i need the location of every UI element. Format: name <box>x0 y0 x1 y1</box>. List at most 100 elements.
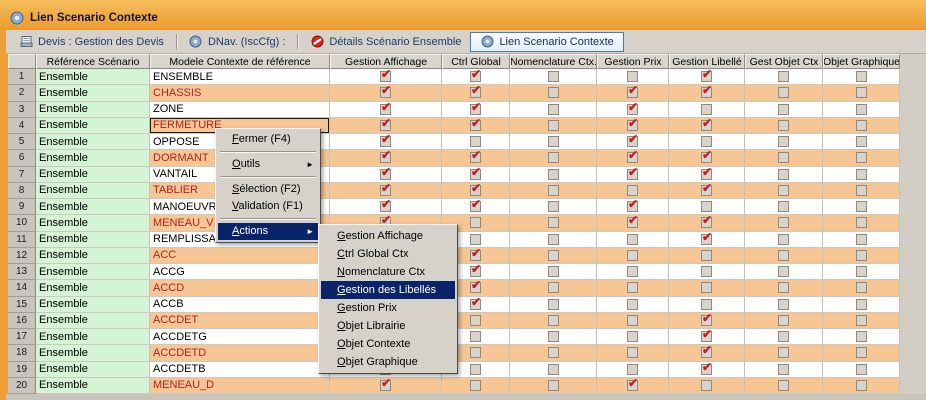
checkbox[interactable]: ✔ <box>380 87 391 98</box>
checkbox[interactable] <box>778 364 789 375</box>
checkbox[interactable] <box>856 169 867 180</box>
checkbox[interactable] <box>627 71 638 82</box>
checkbox[interactable] <box>627 266 638 277</box>
checkbox[interactable] <box>627 250 638 261</box>
checkbox[interactable] <box>856 120 867 131</box>
checkbox[interactable]: ✔ <box>380 169 391 180</box>
checkbox[interactable] <box>470 380 481 391</box>
cell-modele-contexte[interactable]: ACCG <box>150 264 330 280</box>
checkbox[interactable] <box>701 136 712 147</box>
checkbox[interactable] <box>548 87 559 98</box>
menu-item[interactable]: Actions► <box>218 223 318 240</box>
row-number[interactable]: 18 <box>8 345 36 361</box>
cell-modele-contexte[interactable]: ZONE <box>150 102 330 118</box>
checkbox[interactable]: ✔ <box>470 282 481 293</box>
checkbox[interactable] <box>856 136 867 147</box>
row-number[interactable]: 13 <box>8 264 36 280</box>
checkbox[interactable] <box>548 71 559 82</box>
checkbox[interactable]: ✔ <box>627 120 638 131</box>
checkbox[interactable] <box>778 282 789 293</box>
checkbox[interactable]: ✔ <box>701 185 712 196</box>
menu-item[interactable]: Gestion des Libellés <box>321 281 455 299</box>
checkbox[interactable] <box>701 104 712 115</box>
menu-item[interactable]: Outils► <box>218 156 318 173</box>
cell-reference-scenario[interactable]: Ensemble <box>36 69 150 85</box>
checkbox[interactable]: ✔ <box>701 71 712 82</box>
cell-reference-scenario[interactable]: Ensemble <box>36 215 150 231</box>
checkbox[interactable] <box>548 250 559 261</box>
menu-item[interactable]: Nomenclature Ctx <box>321 263 455 281</box>
checkbox[interactable] <box>778 185 789 196</box>
checkbox[interactable] <box>470 315 481 326</box>
row-number[interactable]: 4 <box>8 118 36 134</box>
checkbox[interactable]: ✔ <box>380 71 391 82</box>
menu-item[interactable]: Objet Graphique <box>321 353 455 371</box>
checkbox[interactable] <box>778 380 789 391</box>
checkbox[interactable] <box>856 152 867 163</box>
checkbox[interactable]: ✔ <box>701 331 712 342</box>
checkbox[interactable]: ✔ <box>627 380 638 391</box>
row-number[interactable]: 2 <box>8 85 36 101</box>
checkbox[interactable] <box>778 315 789 326</box>
checkbox[interactable] <box>627 299 638 310</box>
row-number[interactable]: 12 <box>8 248 36 264</box>
checkbox[interactable] <box>856 299 867 310</box>
cell-reference-scenario[interactable]: Ensemble <box>36 199 150 215</box>
cell-reference-scenario[interactable]: Ensemble <box>36 85 150 101</box>
checkbox[interactable] <box>701 299 712 310</box>
checkbox[interactable] <box>856 185 867 196</box>
checkbox[interactable] <box>856 87 867 98</box>
checkbox[interactable] <box>778 299 789 310</box>
checkbox[interactable] <box>470 234 481 245</box>
cell-modele-contexte[interactable]: ACCDETG <box>150 329 330 345</box>
checkbox[interactable]: ✔ <box>627 169 638 180</box>
row-number[interactable]: 17 <box>8 329 36 345</box>
menu-item[interactable]: Gestion Affichage <box>321 227 455 245</box>
cell-reference-scenario[interactable]: Ensemble <box>36 232 150 248</box>
menu-item[interactable]: Fermer (F4) <box>218 131 318 148</box>
cell-reference-scenario[interactable]: Ensemble <box>36 118 150 134</box>
checkbox[interactable] <box>778 136 789 147</box>
checkbox[interactable] <box>548 201 559 212</box>
checkbox[interactable] <box>778 152 789 163</box>
cell-reference-scenario[interactable]: Ensemble <box>36 183 150 199</box>
checkbox[interactable] <box>701 250 712 261</box>
checkbox[interactable]: ✔ <box>470 250 481 261</box>
checkbox[interactable] <box>548 380 559 391</box>
cell-reference-scenario[interactable]: Ensemble <box>36 264 150 280</box>
checkbox[interactable]: ✔ <box>470 266 481 277</box>
menu-item[interactable]: Ctrl Global Ctx <box>321 245 455 263</box>
checkbox[interactable]: ✔ <box>701 217 712 228</box>
tab-devis[interactable]: Devis : Gestion des Devis <box>10 32 173 52</box>
checkbox[interactable] <box>778 104 789 115</box>
checkbox[interactable] <box>778 120 789 131</box>
row-number[interactable]: 5 <box>8 134 36 150</box>
checkbox[interactable] <box>627 364 638 375</box>
checkbox[interactable] <box>470 136 481 147</box>
checkbox[interactable]: ✔ <box>380 136 391 147</box>
checkbox[interactable] <box>856 266 867 277</box>
row-number[interactable]: 15 <box>8 297 36 313</box>
checkbox[interactable] <box>856 250 867 261</box>
checkbox[interactable] <box>856 380 867 391</box>
checkbox[interactable]: ✔ <box>470 152 481 163</box>
checkbox[interactable] <box>856 104 867 115</box>
row-number[interactable]: 10 <box>8 215 36 231</box>
checkbox[interactable]: ✔ <box>470 299 481 310</box>
checkbox[interactable] <box>548 185 559 196</box>
checkbox[interactable]: ✔ <box>701 364 712 375</box>
row-number[interactable]: 7 <box>8 167 36 183</box>
checkbox[interactable] <box>548 315 559 326</box>
checkbox[interactable] <box>778 217 789 228</box>
checkbox[interactable] <box>548 120 559 131</box>
checkbox[interactable] <box>627 185 638 196</box>
checkbox[interactable] <box>856 201 867 212</box>
checkbox[interactable] <box>856 71 867 82</box>
checkbox[interactable]: ✔ <box>627 201 638 212</box>
checkbox[interactable]: ✔ <box>470 185 481 196</box>
checkbox[interactable]: ✔ <box>380 185 391 196</box>
cell-modele-contexte[interactable]: ACCB <box>150 297 330 313</box>
checkbox[interactable] <box>548 282 559 293</box>
checkbox[interactable]: ✔ <box>701 169 712 180</box>
cell-reference-scenario[interactable]: Ensemble <box>36 134 150 150</box>
